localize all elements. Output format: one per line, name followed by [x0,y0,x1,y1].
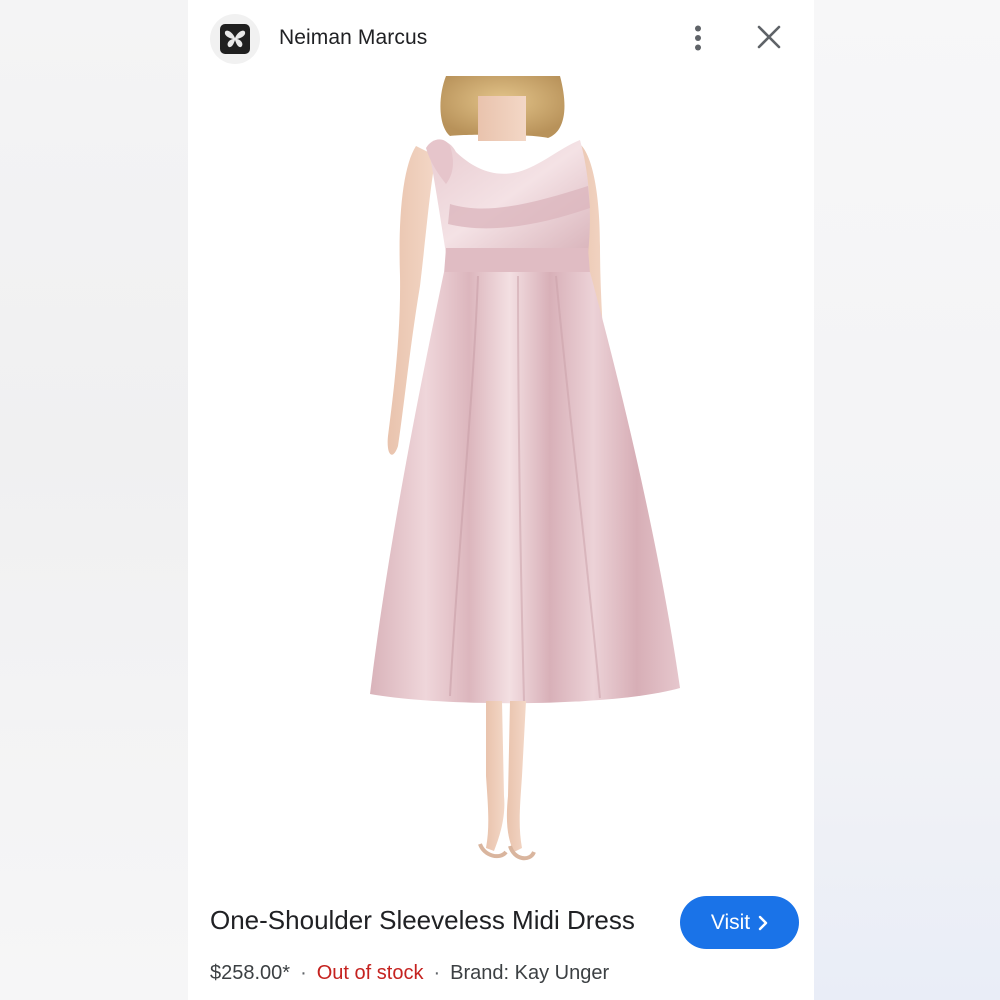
product-card: Neiman Marcus One-Shoulder Sleeveless Mi… [188,0,814,1000]
background-blur-right [814,0,1000,1000]
chevron-right-icon [758,915,768,930]
meta-separator: · [433,962,441,984]
butterfly-icon [220,24,250,54]
meta-separator: · [300,962,307,984]
close-button[interactable] [750,18,788,56]
visit-button[interactable]: Visit [680,896,799,949]
card-header: Neiman Marcus [188,0,814,76]
product-photo[interactable] [188,76,814,872]
brand-logo [210,14,260,64]
more-options-button[interactable] [682,20,714,56]
product-title[interactable]: One-Shoulder Sleeveless Midi Dress [210,905,635,936]
background-blur-left [0,0,188,1000]
product-meta: $258.00* · Out of stock · Brand: Kay Ung… [210,962,609,985]
close-icon [757,25,781,49]
product-brand: Brand: Kay Unger [450,962,610,984]
visit-button-label: Visit [710,910,751,934]
stock-status: Out of stock [316,962,424,984]
product-price: $258.00* [210,962,291,984]
brand-name: Neiman Marcus [279,26,428,49]
more-vert-icon [695,25,701,51]
